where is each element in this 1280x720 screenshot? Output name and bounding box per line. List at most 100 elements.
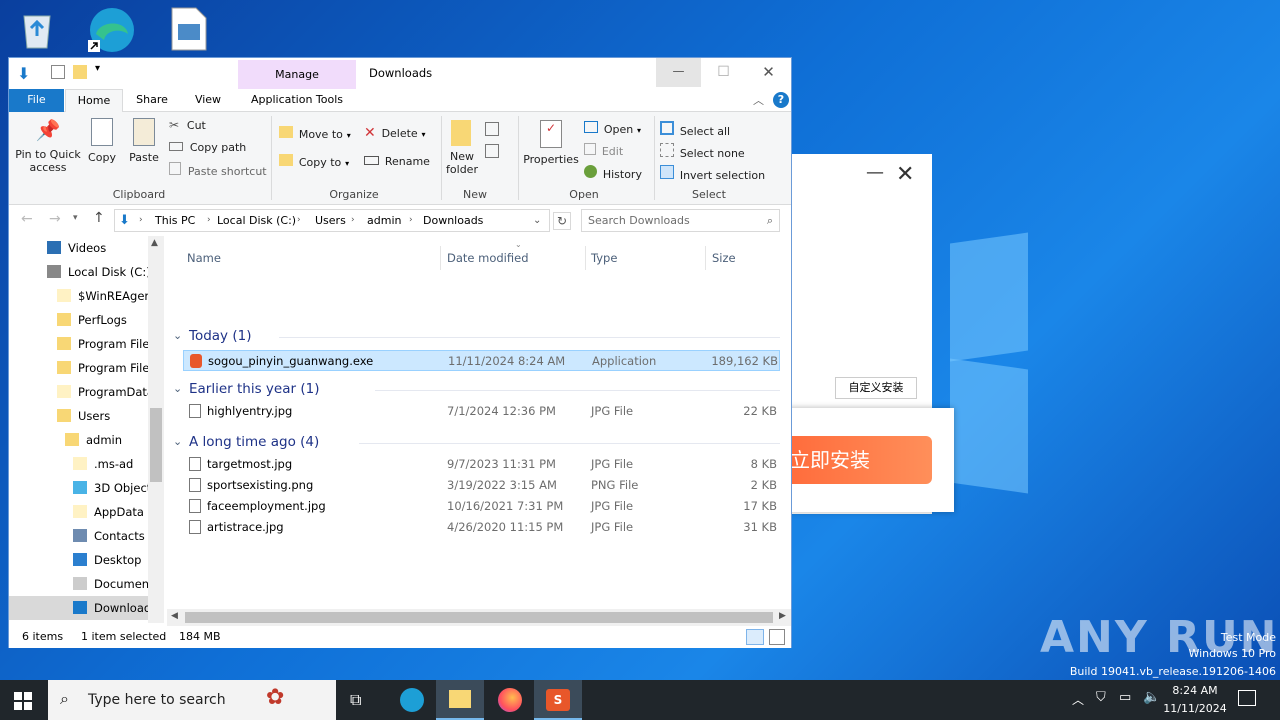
show-hidden-icons-icon[interactable]: ︿ <box>1072 691 1084 708</box>
firefox-taskbar-icon[interactable] <box>498 688 522 712</box>
edge-taskbar-icon[interactable] <box>400 688 424 712</box>
search-input[interactable]: Search Downloads ⌕ <box>581 209 780 232</box>
breadcrumb-this-pc[interactable]: This PC <box>155 210 195 231</box>
close-icon[interactable]: ✕ <box>896 162 914 187</box>
security-icon[interactable]: ⛉ <box>1096 690 1106 705</box>
customize-dropdown-icon[interactable]: ▾ <box>95 63 100 74</box>
group-header[interactable]: Today (1) <box>189 328 251 344</box>
nav-item-admin[interactable]: admin <box>9 428 148 452</box>
start-windows-icon[interactable] <box>14 692 32 713</box>
file-row[interactable]: artistrace.jpg 4/26/2020 11:15 PM JPG File… <box>183 517 780 538</box>
nav-item-desktop[interactable]: Desktop <box>9 548 148 572</box>
nav-item-program-files-x86[interactable]: Program Files (x86) <box>9 356 148 380</box>
tab-view[interactable]: View <box>185 89 231 112</box>
move-to-button[interactable]: Move to ▾ <box>279 126 351 144</box>
cut-button[interactable]: ✂ Cut <box>169 118 206 136</box>
new-folder-button[interactable]: New folder <box>445 120 478 180</box>
nav-item-appdata[interactable]: AppData <box>9 500 148 524</box>
scroll-up-icon[interactable]: ▲ <box>151 238 158 248</box>
easy-access-icon[interactable] <box>485 144 499 158</box>
notifications-icon[interactable] <box>1238 690 1256 706</box>
nav-item-users[interactable]: Users <box>9 404 148 428</box>
nav-item-3d-objects[interactable]: 3D Objects <box>9 476 148 500</box>
nav-item-local-disk-c[interactable]: Local Disk (C:) <box>9 260 148 284</box>
nav-item-ms-ad[interactable]: .ms-ad <box>9 452 148 476</box>
group-collapse-icon[interactable]: ⌄ <box>173 382 182 395</box>
address-bar[interactable]: ⬇ › This PC › Local Disk (C:) › Users › … <box>114 209 550 232</box>
file-row[interactable]: targetmost.jpg 9/7/2023 11:31 PM JPG File 8… <box>183 454 780 475</box>
file-explorer-taskbar-button[interactable] <box>436 680 484 720</box>
invert-selection-button[interactable]: Invert selection <box>660 165 765 183</box>
up-arrow-icon[interactable]: ↑ <box>93 210 105 226</box>
nav-scroll-thumb[interactable] <box>150 408 162 482</box>
network-icon[interactable]: ▭ <box>1119 690 1131 705</box>
file-row[interactable]: faceemployment.jpg 10/16/2021 7:31 PM JPG … <box>183 496 780 517</box>
tab-file[interactable]: File <box>9 89 64 112</box>
column-date-modified[interactable]: Date modified <box>447 243 529 273</box>
select-all-button[interactable]: Select all <box>660 121 730 139</box>
task-view-icon[interactable]: ⧉ <box>350 690 361 710</box>
group-header[interactable]: Earlier this year (1) <box>189 381 319 397</box>
breadcrumb-admin[interactable]: admin <box>367 210 401 231</box>
clock-time[interactable]: 8:24 AM <box>1166 684 1224 697</box>
delete-button[interactable]: ✕ Delete ▾ <box>364 125 426 143</box>
collapse-ribbon-icon[interactable]: ︿ <box>753 92 764 108</box>
tab-home[interactable]: Home <box>65 89 123 113</box>
new-folder-icon[interactable] <box>73 65 87 79</box>
image-file-icon[interactable] <box>166 6 216 56</box>
nav-item-program-files[interactable]: Program Files <box>9 332 148 356</box>
details-view-icon[interactable] <box>746 629 764 645</box>
file-row[interactable]: highlyentry.jpg 7/1/2024 12:36 PM JPG File… <box>183 401 780 422</box>
taskbar-search-box[interactable]: ⌕ Type here to search ✿ <box>48 680 336 720</box>
help-icon[interactable]: ? <box>773 92 789 108</box>
nav-scrollbar[interactable]: ▲ <box>148 236 164 623</box>
group-collapse-icon[interactable]: ⌄ <box>173 329 182 342</box>
tab-share[interactable]: Share <box>127 89 177 112</box>
file-row[interactable]: sogou_pinyin_guanwang.exe 11/11/2024 8:24… <box>183 350 780 371</box>
nav-item-documents[interactable]: Documents <box>9 572 148 596</box>
horizontal-scrollbar[interactable]: ◀ ▶ <box>167 609 791 626</box>
scroll-left-icon[interactable]: ◀ <box>171 611 178 621</box>
refresh-icon[interactable]: ↻ <box>553 212 571 230</box>
properties-icon[interactable] <box>51 65 65 79</box>
nav-item-winreagent[interactable]: $WinREAgent <box>9 284 148 308</box>
clock-date[interactable]: 11/11/2024 <box>1160 702 1230 715</box>
nav-item-programdata[interactable]: ProgramData <box>9 380 148 404</box>
file-row[interactable]: sportsexisting.png 3/19/2022 3:15 AM PNG F… <box>183 475 780 496</box>
nav-item-downloads[interactable]: Downloads <box>9 596 148 620</box>
paste-button[interactable]: Paste <box>127 118 161 168</box>
breadcrumb-local-disk[interactable]: Local Disk (C:) <box>217 210 296 231</box>
back-arrow-icon[interactable]: ← <box>21 211 33 227</box>
custom-install-button[interactable]: 自定义安装 <box>835 377 917 399</box>
pin-quick-access-button[interactable]: 📌 Pin to Quick access <box>13 118 83 178</box>
close-button[interactable]: ✕ <box>746 58 791 87</box>
history-button[interactable]: History <box>584 165 642 183</box>
column-type[interactable]: Type <box>591 243 617 273</box>
group-collapse-icon[interactable]: ⌄ <box>173 435 182 448</box>
breadcrumb-downloads[interactable]: Downloads <box>423 210 483 231</box>
quick-access-down-icon[interactable]: ⬇ <box>17 64 30 83</box>
nav-item-videos[interactable]: Videos <box>9 236 148 260</box>
recycle-bin-icon[interactable] <box>14 6 64 56</box>
tab-application-tools[interactable]: Application Tools <box>238 89 356 112</box>
copy-path-button[interactable]: Copy path <box>169 140 246 158</box>
group-header[interactable]: A long time ago (4) <box>189 434 319 450</box>
minimize-icon[interactable]: — <box>866 162 884 183</box>
copy-button[interactable]: Copy <box>87 118 117 168</box>
large-icons-view-icon[interactable] <box>769 629 785 645</box>
scroll-right-icon[interactable]: ▶ <box>779 611 786 621</box>
open-button[interactable]: Open ▾ <box>584 121 641 139</box>
forward-arrow-icon[interactable]: → <box>49 211 61 227</box>
new-item-icon[interactable] <box>485 122 499 136</box>
install-now-button[interactable]: 立即安装 <box>780 436 932 484</box>
nav-item-contacts[interactable]: Contacts <box>9 524 148 548</box>
maximize-button[interactable]: ☐ <box>701 58 746 87</box>
select-none-button[interactable]: Select none <box>660 143 745 161</box>
column-name[interactable]: Name <box>187 243 221 273</box>
paste-shortcut-button[interactable]: Paste shortcut <box>169 162 267 180</box>
recent-locations-icon[interactable]: ▾ <box>73 213 78 223</box>
minimize-button[interactable]: — <box>656 58 701 87</box>
edge-shortcut-icon[interactable] <box>88 6 138 56</box>
column-size[interactable]: Size <box>712 243 736 273</box>
volume-icon[interactable]: 🔈 <box>1143 689 1160 705</box>
